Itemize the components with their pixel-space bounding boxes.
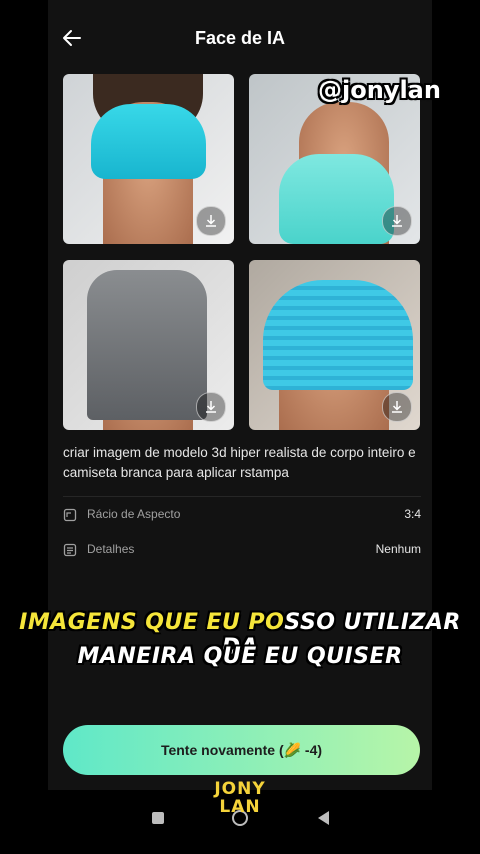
details-value: Nenhum	[375, 542, 421, 556]
aspect-ratio-row[interactable]: Rácio de Aspecto 3:4	[63, 505, 421, 525]
retry-button[interactable]: Tente novamente (🌽 -4)	[63, 725, 420, 775]
download-icon[interactable]	[382, 392, 412, 422]
download-icon[interactable]	[196, 206, 226, 236]
recent-apps-icon[interactable]	[148, 808, 168, 828]
generated-image-3[interactable]	[63, 260, 234, 430]
sports-top-shape	[279, 154, 394, 244]
details-icon	[63, 543, 77, 557]
aspect-ratio-value: 3:4	[404, 507, 421, 521]
aspect-ratio-label: Rácio de Aspecto	[87, 507, 181, 521]
details-row[interactable]: Detalhes Nenhum	[63, 540, 421, 560]
header: Face de IA	[48, 18, 432, 58]
watermark-handle: @jonylan	[318, 76, 441, 104]
jonylan-logo: JONY LAN	[205, 780, 275, 816]
logo-line-1: JONY	[214, 779, 266, 799]
prompt-text: criar imagem de modelo 3d hiper realista…	[63, 445, 416, 480]
generated-image-4[interactable]	[249, 260, 420, 430]
tank-top-shape	[87, 270, 207, 420]
download-icon[interactable]	[196, 392, 226, 422]
back-triangle-icon[interactable]	[314, 808, 334, 828]
app-screen: Face de IA criar imagem de modelo 3d hip…	[48, 0, 432, 790]
caption-highlight: IMAGENS QUE EU PO	[19, 610, 285, 635]
page-title: Face de IA	[194, 28, 286, 48]
caption-line-2: MANEIRA QUE EU QUISER	[77, 644, 403, 669]
aspect-ratio-icon	[63, 508, 77, 522]
logo-line-2: LAN	[219, 797, 261, 817]
generated-image-1[interactable]	[63, 74, 234, 244]
sports-top-shape	[91, 104, 206, 179]
download-icon[interactable]	[382, 206, 412, 236]
image-grid	[63, 74, 421, 430]
sports-top-shape	[263, 280, 413, 390]
divider	[63, 496, 421, 497]
details-label: Detalhes	[87, 542, 135, 556]
